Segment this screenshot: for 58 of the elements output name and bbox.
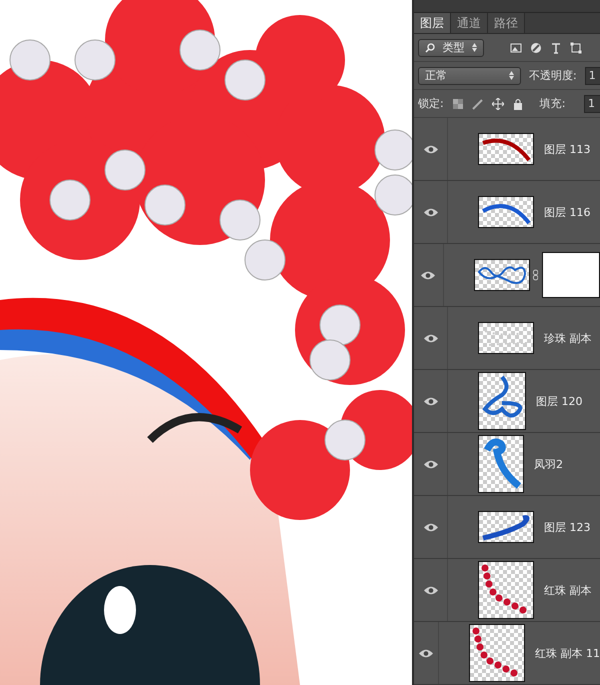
layer-row[interactable]: 图层 116 [414, 181, 600, 244]
transform-icon[interactable] [570, 42, 582, 54]
layer-row[interactable]: 红珠 副本 [414, 559, 600, 622]
brush-icon[interactable] [472, 98, 484, 110]
layer-thumbnail [478, 196, 534, 228]
layer-thumbnail [478, 561, 534, 619]
opacity-field[interactable]: 1 [584, 66, 600, 84]
image-icon[interactable] [510, 42, 522, 54]
move-icon[interactable] [492, 98, 504, 110]
layer-name: 图层 120 [536, 394, 582, 408]
layer-name: 红珠 副本 [544, 582, 592, 598]
layer-name: 凤羽2 [534, 456, 563, 472]
panel-tab[interactable]: 通道 [451, 13, 488, 33]
eye-icon[interactable] [424, 396, 438, 406]
layer-row[interactable] [414, 244, 600, 307]
layer-thumbnail [478, 435, 524, 493]
eye-icon[interactable] [424, 208, 438, 216]
layer-row[interactable]: 图层 113 [414, 118, 600, 181]
chain-link-icon[interactable] [532, 269, 538, 281]
layer-name: 珍珠 副本 [544, 330, 592, 346]
eye-icon[interactable] [424, 144, 438, 154]
stepper-icon [472, 43, 477, 52]
layer-row[interactable]: 图层 123 [414, 496, 600, 559]
opacity-label: 不透明度: [529, 68, 577, 83]
eye-icon[interactable] [424, 586, 438, 594]
layer-thumbnail [469, 624, 525, 682]
layer-name: 图层 123 [544, 520, 590, 534]
layer-thumbnail [478, 511, 534, 543]
filter-dropdown[interactable]: 类型 [418, 38, 484, 56]
layer-name: 图层 113 [544, 142, 590, 156]
fill-field[interactable]: 1 [584, 94, 600, 112]
layer-thumbnail [478, 322, 534, 354]
panel-tab[interactable]: 路径 [488, 13, 525, 33]
layer-row[interactable]: 凤羽2 [414, 433, 600, 496]
layer-row[interactable]: 珍珠 副本 [414, 307, 600, 370]
layer-row[interactable]: 图层 120 [414, 370, 600, 433]
layer-thumbnail [478, 133, 534, 165]
eye-icon[interactable] [424, 460, 438, 468]
eye-icon[interactable] [419, 648, 433, 658]
stepper-icon [509, 71, 514, 80]
layer-row[interactable]: 红珠 副本 11 [414, 622, 600, 685]
eye-icon[interactable] [424, 522, 438, 532]
checkerboard-icon[interactable] [452, 98, 464, 110]
layer-name: 红珠 副本 11 [535, 646, 600, 660]
fill-label: 填充: [540, 96, 566, 111]
text-icon[interactable] [550, 42, 562, 54]
layer-thumbnail [478, 372, 526, 430]
lock-icon[interactable] [512, 98, 524, 110]
layer-mask-thumbnail [542, 252, 600, 298]
blend-mode-dropdown[interactable]: 正常 [418, 66, 522, 84]
lock-label: 锁定: [418, 96, 444, 111]
layer-name: 图层 116 [544, 204, 590, 220]
layer-thumbnail [474, 259, 530, 291]
panel-tab[interactable]: 图层 [414, 13, 451, 33]
search-icon [425, 42, 435, 52]
circle-icon[interactable] [530, 42, 542, 54]
eye-icon[interactable] [421, 270, 436, 280]
eye-icon[interactable] [424, 334, 438, 342]
